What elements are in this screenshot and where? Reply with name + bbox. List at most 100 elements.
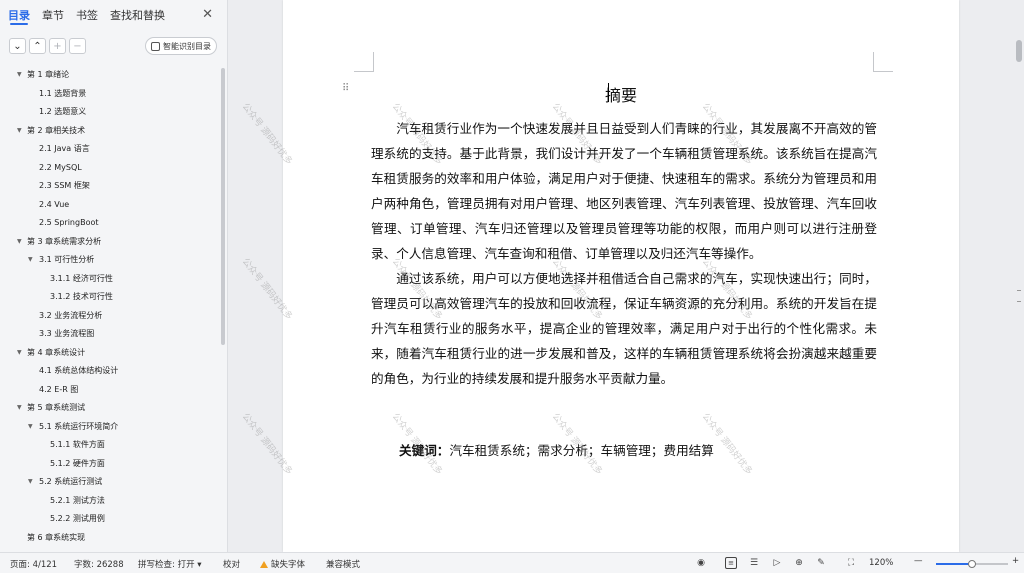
fit-page-icon[interactable]: ⛶ <box>845 557 857 569</box>
toc-item-label: 3.2 业务流程分析 <box>39 310 103 320</box>
collapse-arrow-icon[interactable]: ▼ <box>17 233 22 252</box>
toc-item[interactable]: 5.1.2 硬件方面 <box>0 455 220 474</box>
word-processor-window: 目录 章节 书签 查找和替换 ✕ ⌄ ⌃ + − 智能识别目录 ▼ 第 1 章绪论… <box>0 0 1024 573</box>
smart-recognize-toc-label: 智能识别目录 <box>163 41 211 51</box>
spell-check-toggle[interactable]: 拼写检查: 打开 ▾ <box>138 558 202 570</box>
eye-icon[interactable]: ◉ <box>695 557 707 569</box>
toc-item[interactable]: ▼ 第 5 章系统测试 <box>0 399 220 418</box>
toc-item[interactable]: 5.2.1 测试方法 <box>0 492 220 511</box>
collapse-arrow-icon[interactable]: ▼ <box>28 473 33 492</box>
tab-chapters[interactable]: 章节 <box>42 7 64 23</box>
toc-item[interactable]: 2.3 SSM 框架 <box>0 177 220 196</box>
toc-item[interactable]: 3.1.2 技术可行性 <box>0 288 220 307</box>
active-tab-indicator <box>10 23 28 25</box>
toc-item-label: 2.5 SpringBoot <box>39 218 99 227</box>
outline-view-icon[interactable]: ☰ <box>748 557 760 569</box>
vertical-scrollbar[interactable] <box>1013 0 1024 552</box>
abstract-paragraph: 通过该系统，用户可以方便地选择并租借适合自己需求的汽车，实现快速出行；同时，管理… <box>371 271 877 386</box>
toc-item-label: 5.1 系统运行环境简介 <box>39 421 119 431</box>
zoom-in-button[interactable]: + <box>1012 556 1019 566</box>
toc-item[interactable]: ▼ 5.1 系统运行环境简介 <box>0 418 220 437</box>
smart-recognize-toc-button[interactable]: 智能识别目录 <box>145 37 217 55</box>
margin-corner-top-right <box>873 52 893 72</box>
missing-fonts-button[interactable]: 缺失字体 <box>260 558 305 570</box>
toc-item-label: 5.2 系统运行测试 <box>39 477 103 486</box>
collapse-arrow-icon[interactable]: ▼ <box>28 251 33 270</box>
toc-item-label: 2.2 MySQL <box>39 162 82 172</box>
collapse-arrow-icon[interactable]: ▼ <box>17 66 22 85</box>
toc-item-label: 第 4 章系统设计 <box>27 347 86 357</box>
collapse-arrow-icon[interactable]: ▼ <box>17 344 22 363</box>
toc-item-label: 4.1 系统总体结构设计 <box>39 366 119 375</box>
proofread-button[interactable]: 校对 <box>223 558 240 570</box>
toc-item[interactable]: ▼ 第 1 章绪论 <box>0 66 220 85</box>
toc-item[interactable]: 5.1.1 软件方面 <box>0 436 220 455</box>
page-view-icon[interactable]: ≡ <box>725 557 737 569</box>
toc-toolbar: ⌄ ⌃ + − <box>9 38 86 54</box>
chevron-up-icon[interactable]: ⌃ <box>29 38 46 54</box>
toc-item-label: 3.1.2 技术可行性 <box>50 292 113 301</box>
toc-item[interactable]: ▼ 第 4 章系统设计 <box>0 344 220 363</box>
scrollbar-thumb[interactable] <box>1016 40 1022 62</box>
play-icon[interactable]: ▷ <box>771 557 783 569</box>
toc-item-label: 4.2 E-R 图 <box>39 384 79 394</box>
pen-icon[interactable]: ✎ <box>815 557 827 569</box>
toc-item[interactable]: ▼ 第 3 章系统需求分析 <box>0 233 220 252</box>
toc-item[interactable]: 2.4 Vue <box>0 196 220 215</box>
toc-item[interactable]: 4.1 系统总体结构设计 <box>0 362 220 381</box>
keywords-value: 汽车租赁系统；需求分析；车辆管理；费用结算 <box>449 443 714 458</box>
plus-icon[interactable]: + <box>49 38 66 54</box>
tab-bookmarks[interactable]: 书签 <box>76 7 98 23</box>
toc-item[interactable]: 4.2 E-R 图 <box>0 381 220 400</box>
margin-corner-top-left <box>354 52 374 72</box>
web-view-icon[interactable]: ⊕ <box>793 557 805 569</box>
nav-scrollbar[interactable] <box>221 68 225 345</box>
zoom-out-button[interactable]: — <box>914 556 923 566</box>
toc-item[interactable]: ▼ 3.1 可行性分析 <box>0 251 220 270</box>
toc-item-label: 5.2.1 测试方法 <box>50 495 105 505</box>
close-icon[interactable]: ✕ <box>202 8 213 21</box>
toc-item[interactable]: 2.5 SpringBoot <box>0 214 220 233</box>
minus-icon[interactable]: − <box>69 38 86 54</box>
collapse-arrow-icon[interactable]: ▼ <box>17 399 22 418</box>
collapse-arrow-icon[interactable]: ▼ <box>28 418 33 437</box>
toc-item[interactable]: 3.1.1 经济可行性 <box>0 270 220 289</box>
tab-toc[interactable]: 目录 <box>8 7 30 23</box>
toc-item-label: 5.1.1 软件方面 <box>50 440 105 449</box>
chevron-down-icon: ▾ <box>197 560 202 570</box>
abstract-body: 汽车租赁行业作为一个快速发展并且日益受到人们青睐的行业，其发展离不开高效的管理系… <box>371 116 877 391</box>
zoom-slider-knob[interactable] <box>968 560 976 568</box>
toc-item[interactable]: 3.2 业务流程分析 <box>0 307 220 326</box>
chevron-down-icon[interactable]: ⌄ <box>9 38 26 54</box>
page-title: 摘要 <box>604 86 637 105</box>
toc-item[interactable]: 3.3 业务流程图 <box>0 325 220 344</box>
status-bar: 页面: 4/121 字数: 26288 拼写检查: 打开 ▾ 校对 缺失字体 兼… <box>0 552 1024 573</box>
collapse-arrow-icon[interactable]: ▼ <box>17 122 22 141</box>
zoom-level[interactable]: 120% <box>869 558 893 568</box>
document-page[interactable]: ⠿ 摘要 汽车租赁行业作为一个快速发展并且日益受到人们青睐的行业，其发展离不开高… <box>283 0 959 552</box>
zoom-slider[interactable] <box>936 560 1008 568</box>
toc-item[interactable]: 5.2.2 测试用例 <box>0 510 220 529</box>
toc-item[interactable]: 2.1 Java 语言 <box>0 140 220 159</box>
tab-find-replace[interactable]: 查找和替换 <box>110 7 165 23</box>
toc-item[interactable]: 第 6 章系统实现 <box>0 529 220 548</box>
text-cursor <box>608 83 609 102</box>
toc-item-label: 2.3 SSM 框架 <box>39 181 90 190</box>
word-count[interactable]: 字数: 26288 <box>74 558 124 570</box>
toc-item[interactable]: 1.1 选题背景 <box>0 85 220 104</box>
missing-fonts-label: 缺失字体 <box>271 560 306 570</box>
toc-item-label: 第 1 章绪论 <box>27 70 70 79</box>
toc-item-label: 第 6 章系统实现 <box>27 532 86 542</box>
toc-item[interactable]: ▼ 第 2 章相关技术 <box>0 122 220 141</box>
navigation-pane: 目录 章节 书签 查找和替换 ✕ ⌄ ⌃ + − 智能识别目录 ▼ 第 1 章绪论… <box>0 0 228 552</box>
document-area: ⠿ 摘要 汽车租赁行业作为一个快速发展并且日益受到人们青睐的行业，其发展离不开高… <box>229 0 1013 552</box>
toc-item-label: 第 3 章系统需求分析 <box>27 236 102 246</box>
page-indicator[interactable]: 页面: 4/121 <box>10 558 57 570</box>
keywords-label: 关键词： <box>399 443 450 458</box>
smart-toc-icon <box>151 41 160 51</box>
toc-item[interactable]: 2.2 MySQL <box>0 159 220 178</box>
toc-item[interactable]: ▼ 5.2 系统运行测试 <box>0 473 220 492</box>
toc-item-label: 2.1 Java 语言 <box>39 144 90 153</box>
toc-list: ▼ 第 1 章绪论 1.1 选题背景 1.2 选题意义 ▼ 第 2 章相关技术 2.1 Ja… <box>0 66 220 547</box>
toc-item[interactable]: 1.2 选题意义 <box>0 103 220 122</box>
